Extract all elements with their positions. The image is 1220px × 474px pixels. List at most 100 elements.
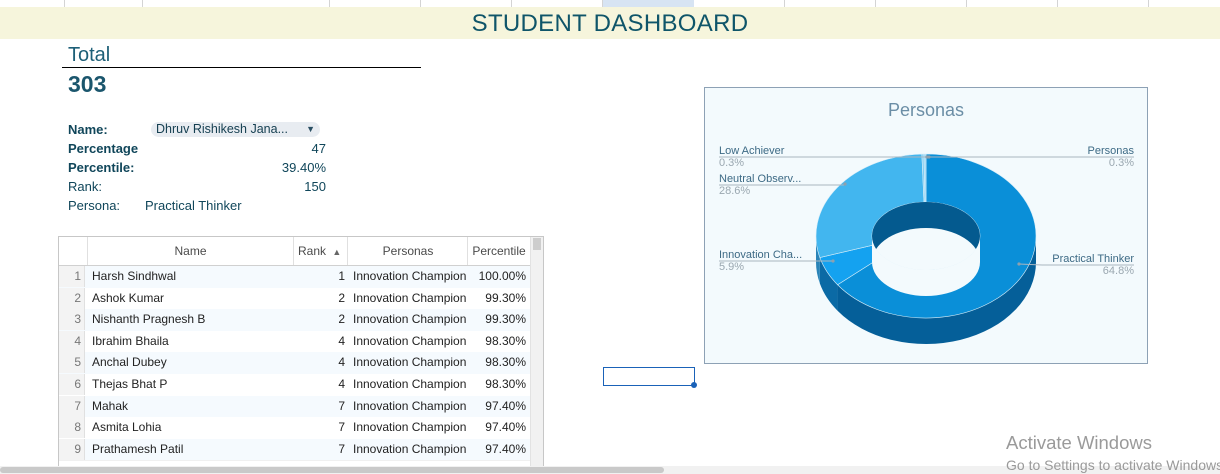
column-header-name[interactable]: Name bbox=[88, 237, 294, 265]
persona-cell: Innovation Champion bbox=[353, 377, 467, 391]
row-index: 7 bbox=[59, 395, 85, 417]
row-index: 1 bbox=[59, 266, 85, 287]
percentile-cell: 99.30% bbox=[485, 312, 526, 327]
slice-label: Practical Thinker bbox=[1052, 253, 1134, 265]
student-name-cell: Ibrahim Bhaila bbox=[92, 333, 169, 348]
table-row[interactable]: 1 Harsh Sindhwal 1 Innovation Champion 100.0… bbox=[59, 266, 531, 289]
persona-cell: Innovation Champion bbox=[353, 333, 467, 348]
percentage-label: Percentage bbox=[68, 141, 139, 156]
rank-cell: 2 bbox=[338, 312, 345, 327]
percentile-cell: 97.40% bbox=[485, 441, 526, 456]
column-divider bbox=[329, 0, 330, 7]
persona-row: Persona: Practical Thinker bbox=[68, 198, 326, 213]
percentile-cell: 98.30% bbox=[485, 333, 526, 348]
student-name-cell: Thejas Bhat P bbox=[92, 377, 168, 391]
rank-cell: 7 bbox=[338, 398, 345, 413]
fill-handle[interactable] bbox=[691, 382, 697, 388]
leader-dot bbox=[831, 259, 835, 263]
percentile-cell: 98.30% bbox=[485, 355, 526, 370]
row-index: 8 bbox=[59, 417, 85, 439]
column-divider bbox=[966, 0, 967, 7]
student-name-value: Dhruv Rishikesh Jana... bbox=[156, 122, 289, 136]
rank-cell: 7 bbox=[338, 441, 345, 456]
total-divider bbox=[62, 67, 421, 68]
slice-value: 64.8% bbox=[1103, 265, 1134, 277]
persona-cell: Innovation Champion bbox=[353, 269, 467, 283]
slice-value: 5.9% bbox=[719, 261, 744, 273]
persona-cell: Innovation Champion bbox=[353, 420, 467, 435]
percentile-cell: 97.40% bbox=[485, 398, 526, 413]
rank-cell: 4 bbox=[338, 333, 345, 348]
column-header-percentile[interactable]: Percentile bbox=[468, 237, 531, 265]
table-row[interactable]: 6 Thejas Bhat P 4 Innovation Champion 98.30% bbox=[59, 374, 531, 397]
table-vertical-scrollbar[interactable] bbox=[530, 237, 543, 469]
students-table: Name Rank ▲ Personas Percentile 1 Harsh S… bbox=[58, 236, 544, 470]
scrollbar-thumb[interactable] bbox=[533, 238, 541, 250]
student-name-dropdown[interactable]: Dhruv Rishikesh Jana... ▼ bbox=[151, 122, 320, 137]
leader-dot bbox=[843, 182, 847, 186]
scrollbar-thumb[interactable] bbox=[0, 467, 664, 473]
row-index: 2 bbox=[59, 287, 85, 309]
column-divider bbox=[1148, 0, 1149, 7]
selected-cell[interactable] bbox=[603, 367, 695, 386]
table-header: Name Rank ▲ Personas Percentile bbox=[59, 237, 543, 266]
student-name-cell: Prathamesh Patil bbox=[92, 441, 184, 456]
leader-dot bbox=[1017, 262, 1021, 266]
student-name-cell: Asmita Lohia bbox=[92, 420, 162, 435]
column-header-rank[interactable]: Rank ▲ bbox=[294, 237, 348, 265]
student-name-cell: Harsh Sindhwal bbox=[92, 269, 177, 283]
chevron-down-icon[interactable]: ▼ bbox=[306, 122, 315, 137]
percentile-cell: 99.30% bbox=[485, 290, 526, 305]
activate-windows-title: Activate Windows bbox=[1006, 432, 1152, 453]
column-divider bbox=[142, 0, 143, 7]
row-index: 9 bbox=[59, 438, 85, 460]
table-row[interactable]: 2 Ashok Kumar 2 Innovation Champion 99.30% bbox=[59, 287, 531, 311]
student-name-cell: Ashok Kumar bbox=[92, 290, 165, 305]
slice-label: Neutral Observ... bbox=[719, 173, 801, 185]
rank-cell: 7 bbox=[338, 420, 345, 435]
rank-cell: 4 bbox=[338, 355, 345, 370]
percentile-value: 39.40% bbox=[281, 160, 326, 175]
persona-cell: Innovation Champion bbox=[353, 355, 467, 370]
row-index-header bbox=[59, 237, 88, 265]
table-row[interactable]: 3 Nishanth Pragnesh B 2 Innovation Champion… bbox=[59, 309, 531, 332]
table-row[interactable]: 4 Ibrahim Bhaila 4 Innovation Champion 98.30… bbox=[59, 330, 531, 354]
row-index: 5 bbox=[59, 352, 85, 374]
percentile-cell: 97.40% bbox=[485, 420, 526, 435]
personas-chart: Personas Practical Thinker 64.8% Innovatio… bbox=[704, 87, 1148, 364]
rank-cell: 4 bbox=[338, 377, 345, 391]
percentile-row: Percentile: 39.40% bbox=[68, 160, 326, 175]
table-row[interactable]: 5 Anchal Dubey 4 Innovation Champion 98.30% bbox=[59, 352, 531, 375]
persona-cell: Innovation Champion bbox=[353, 398, 467, 413]
student-name-cell: Mahak bbox=[92, 398, 129, 413]
percentage-value: 47 bbox=[311, 141, 326, 156]
slice-value: 0.3% bbox=[719, 157, 744, 169]
student-name-cell: Anchal Dubey bbox=[92, 355, 167, 370]
column-header-personas[interactable]: Personas bbox=[349, 237, 468, 265]
sort-ascending-icon[interactable]: ▲ bbox=[332, 247, 341, 257]
column-divider bbox=[420, 0, 421, 7]
total-value: 303 bbox=[68, 71, 107, 97]
selected-column-header[interactable] bbox=[602, 0, 694, 7]
rank-cell: 1 bbox=[338, 269, 345, 283]
row-index: 3 bbox=[59, 309, 85, 331]
table-row[interactable]: 7 Mahak 7 Innovation Champion 97.40% bbox=[59, 395, 531, 419]
rank-label: Rank: bbox=[68, 179, 102, 194]
row-index: 4 bbox=[59, 330, 85, 352]
column-header-rank-label: Rank bbox=[298, 244, 327, 258]
slice-value: 0.3% bbox=[1109, 157, 1134, 169]
slice-value: 28.6% bbox=[719, 185, 750, 197]
total-label: Total bbox=[68, 44, 111, 66]
student-name-cell: Nishanth Pragnesh B bbox=[92, 312, 206, 327]
rank-cell: 2 bbox=[338, 290, 345, 305]
persona-cell: Innovation Champion bbox=[353, 312, 467, 327]
dashboard-title: STUDENT DASHBOARD bbox=[0, 7, 1220, 39]
persona-label: Persona: bbox=[68, 198, 121, 213]
slice-label: Low Achiever bbox=[719, 145, 785, 157]
percentile-cell: 100.00% bbox=[478, 269, 526, 283]
table-row[interactable]: 9 Prathamesh Patil 7 Innovation Champion 97.… bbox=[59, 438, 531, 462]
row-index: 6 bbox=[59, 374, 85, 395]
slice-label: Innovation Cha... bbox=[719, 249, 802, 261]
column-divider bbox=[875, 0, 876, 7]
table-row[interactable]: 8 Asmita Lohia 7 Innovation Champion 97.40% bbox=[59, 417, 531, 440]
